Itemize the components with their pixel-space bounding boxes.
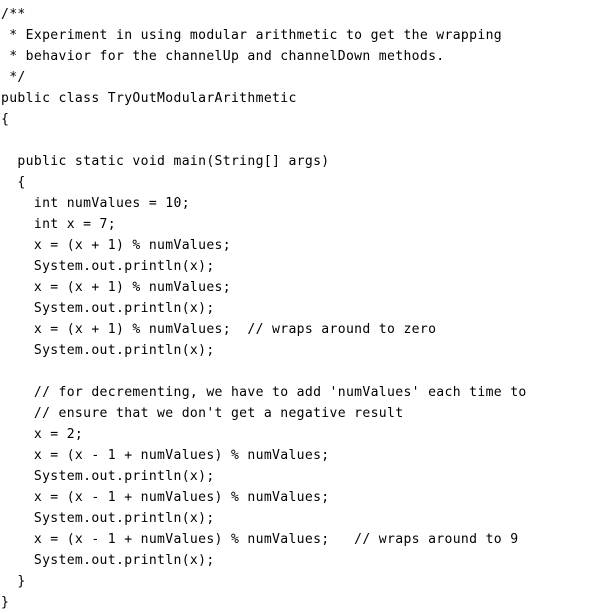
code-line: */ [1,70,26,85]
code-line: System.out.println(x); [1,511,215,526]
code-line: x = 2; [1,427,84,442]
code-line: System.out.println(x); [1,259,215,274]
code-line: System.out.println(x); [1,301,215,316]
code-line: /** [1,7,26,22]
code-line: } [1,595,10,610]
code-listing-page: /** * Experiment in using modular arithm… [0,0,592,610]
code-line: public static void main(String[] args) [1,154,330,169]
code-line: // for decrementing, we have to add 'num… [1,385,527,400]
code-line: x = (x - 1 + numValues) % numValues; // … [1,532,519,547]
code-line: { [1,175,26,190]
code-line: x = (x - 1 + numValues) % numValues; [1,490,330,505]
code-line: x = (x + 1) % numValues; [1,238,231,253]
code-line: public class TryOutModularArithmetic [1,91,297,106]
code-line: int numValues = 10; [1,196,190,211]
code-line: System.out.println(x); [1,469,215,484]
code-line: } [1,574,26,589]
code-line: { [1,112,10,127]
code-line: System.out.println(x); [1,553,215,568]
code-line: x = (x - 1 + numValues) % numValues; [1,448,330,463]
code-line: int x = 7; [1,217,116,232]
code-line: * behavior for the channelUp and channel… [1,49,445,64]
code-line: System.out.println(x); [1,343,215,358]
code-line: * Experiment in using modular arithmetic… [1,28,502,43]
code-line: x = (x + 1) % numValues; // wraps around… [1,322,437,337]
code-lines-container: /** * Experiment in using modular arithm… [1,4,527,613]
code-line: // ensure that we don't get a negative r… [1,406,404,421]
code-line: x = (x + 1) % numValues; [1,280,231,295]
